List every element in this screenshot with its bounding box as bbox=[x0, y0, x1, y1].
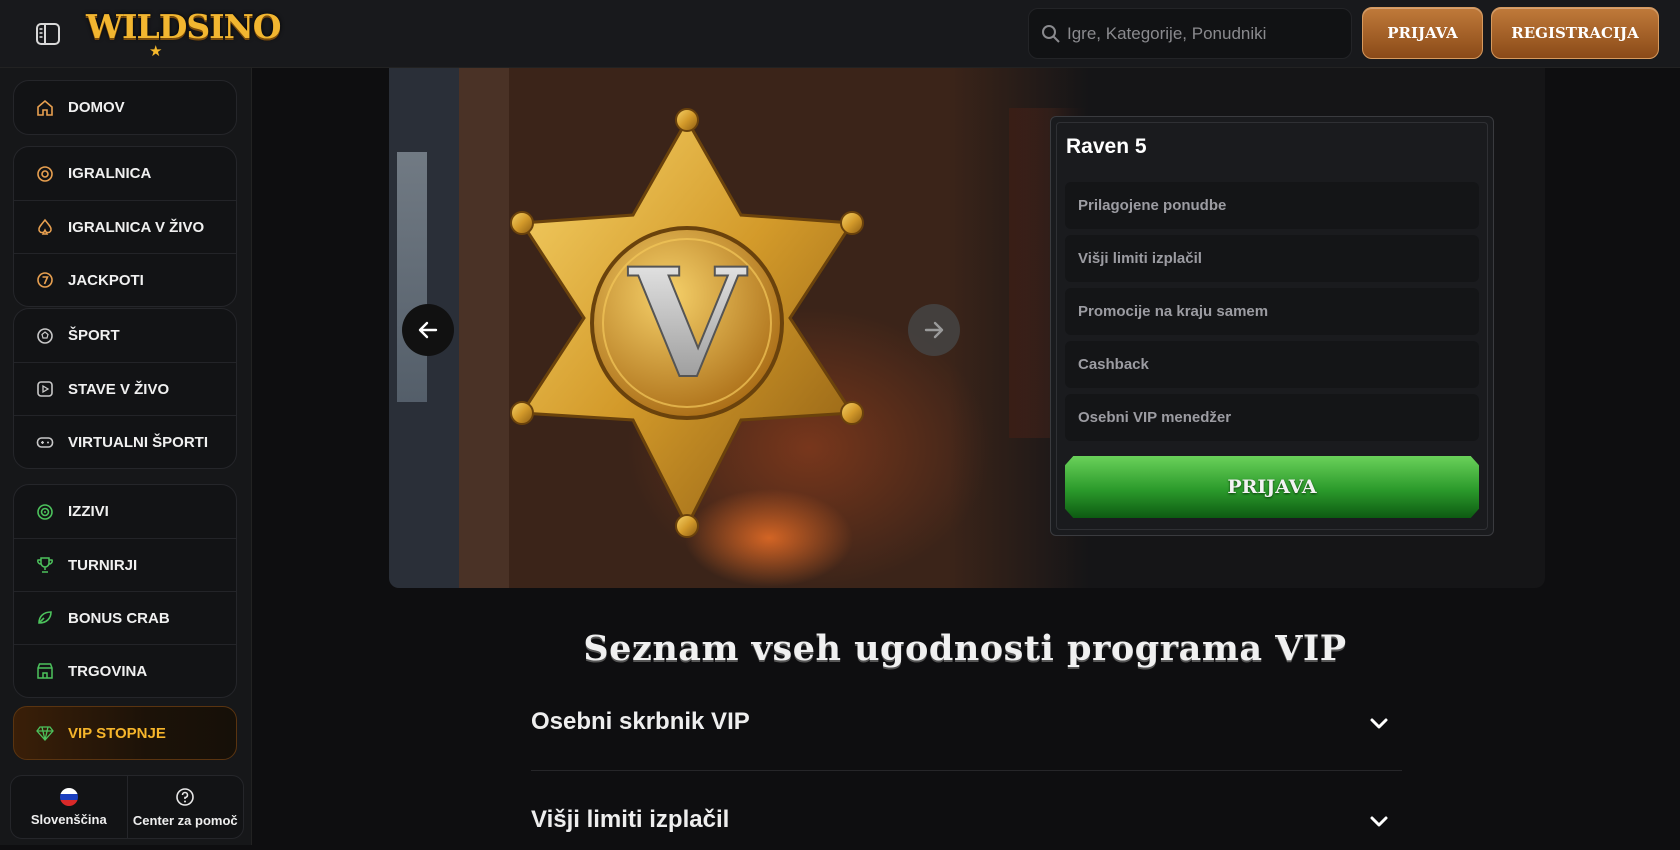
sidebar-item-turnirji[interactable]: TURNIRJI bbox=[14, 538, 236, 591]
sidebar-item-igralnica[interactable]: IGRALNICA bbox=[14, 147, 236, 200]
sidebar-item-bonus-crab[interactable]: BONUS CRAB bbox=[14, 591, 236, 644]
target-icon bbox=[37, 503, 53, 520]
ball-icon bbox=[37, 327, 53, 344]
sidebar-group-casino: IGRALNICA IGRALNICA V ŽIVO JACKPOTI bbox=[13, 146, 237, 307]
sidebar-item-vip-stopnje[interactable]: VIP STOPNJE bbox=[13, 706, 237, 760]
sidebar-item-label: BONUS CRAB bbox=[68, 609, 170, 627]
crab-icon bbox=[38, 611, 52, 624]
vip-level-card: Raven 5 Prilagojene ponudbe Višji limiti… bbox=[1050, 116, 1494, 536]
sidebar: DOMOV IGRALNICA IGRALNICA V ŽIVO JACKPOT… bbox=[0, 68, 252, 845]
benefits-section-title: Seznam vseh ugodnosti programa VIP bbox=[583, 628, 1347, 669]
trophy-icon bbox=[37, 557, 53, 573]
sidebar-item-label: IGRALNICA bbox=[68, 165, 152, 182]
benefit-item: Cashback bbox=[1065, 341, 1479, 388]
arrow-right-icon bbox=[924, 321, 944, 339]
login-button[interactable]: PRIJAVA bbox=[1362, 7, 1483, 59]
benefit-item: Osebni VIP menedžer bbox=[1065, 394, 1479, 441]
accordion-item-higher-limits[interactable]: Višji limiti izplačil bbox=[531, 790, 1402, 850]
search-input[interactable] bbox=[1067, 9, 1347, 58]
shop-icon bbox=[37, 663, 53, 679]
sidebar-item-jackpoti[interactable]: JACKPOTI bbox=[14, 253, 236, 306]
sidebar-item-label: JACKPOTI bbox=[68, 271, 144, 289]
benefit-item: Višji limiti izplačil bbox=[1065, 235, 1479, 282]
help-icon bbox=[176, 787, 195, 806]
top-header: WILDSINO ★ PRIJAVA REGISTRACIJA bbox=[0, 0, 1680, 68]
sidebar-item-label: IZZIVI bbox=[68, 503, 109, 520]
chip-icon bbox=[37, 165, 53, 182]
sidebar-item-virtualni-sporti[interactable]: VIRTUALNI ŠPORTI bbox=[14, 415, 236, 468]
search-icon bbox=[1042, 25, 1060, 43]
play-icon bbox=[37, 381, 53, 397]
home-icon bbox=[37, 99, 53, 116]
sidebar-item-domov[interactable]: DOMOV bbox=[14, 81, 236, 134]
accordion-divider bbox=[531, 770, 1402, 771]
chevron-down-icon bbox=[1370, 816, 1388, 827]
carousel-prev-button[interactable] bbox=[402, 304, 454, 356]
accordion-label: Višji limiti izplačil bbox=[531, 806, 730, 833]
arrow-left-icon bbox=[418, 321, 438, 339]
vip-label: VIP STOPNJE bbox=[68, 724, 166, 742]
sidebar-item-label: TURNIRJI bbox=[68, 556, 138, 574]
sidebar-footer: Slovenščina Center za pomoč bbox=[10, 775, 244, 839]
sidebar-item-stave-v-zivo[interactable]: STAVE V ŽIVO bbox=[14, 362, 236, 415]
chevron-down-icon bbox=[1370, 718, 1388, 729]
sidebar-group-sport: ŠPORT STAVE V ŽIVO VIRTUALNI ŠPORTI bbox=[13, 308, 237, 469]
star-icon: ★ bbox=[149, 43, 163, 60]
wildsino-logo[interactable]: WILDSINO ★ bbox=[86, 6, 282, 60]
sidebar-item-igralnica-v-zivo[interactable]: IGRALNICA V ŽIVO bbox=[14, 200, 236, 253]
register-button[interactable]: REGISTRACIJA bbox=[1491, 7, 1659, 59]
level-title: Raven 5 bbox=[1066, 135, 1147, 158]
benefit-item: Promocije na kraju samem bbox=[1065, 288, 1479, 335]
sidebar-item-label: IGRALNICA V ŽIVO bbox=[68, 218, 205, 236]
spade-icon bbox=[38, 218, 52, 235]
accordion-label: Osebni skrbnik VIP bbox=[531, 708, 750, 735]
sidebar-group-home: DOMOV bbox=[13, 80, 237, 135]
carousel-next-button[interactable] bbox=[908, 304, 960, 356]
help-center-link[interactable]: Center za pomoč bbox=[126, 776, 244, 838]
sidebar-item-label: ŠPORT bbox=[68, 327, 120, 344]
seven-icon bbox=[37, 272, 53, 288]
sidebar-item-sport[interactable]: ŠPORT bbox=[14, 309, 236, 362]
sidebar-item-label: TRGOVINA bbox=[68, 662, 148, 680]
sidebar-item-trgovina[interactable]: TRGOVINA bbox=[14, 644, 236, 697]
diamond-icon bbox=[36, 726, 54, 741]
sidebar-item-label: VIRTUALNI ŠPORTI bbox=[68, 433, 209, 451]
sidebar-item-label: STAVE V ŽIVO bbox=[68, 380, 170, 398]
sidebar-toggle-icon[interactable] bbox=[34, 20, 62, 48]
sidebar-item-izzivi[interactable]: IZZIVI bbox=[14, 485, 236, 538]
window-decoration bbox=[397, 152, 427, 402]
sheriff-badge-image: V bbox=[510, 108, 864, 538]
gamepad-icon bbox=[36, 437, 54, 448]
sidebar-item-label: DOMOV bbox=[68, 99, 125, 116]
language-label: Slovenščina bbox=[30, 811, 107, 827]
search-box[interactable] bbox=[1028, 8, 1352, 59]
help-label: Center za pomoč bbox=[132, 812, 238, 828]
badge-letter: V bbox=[628, 236, 748, 412]
panel-login-button[interactable]: PRIJAVA bbox=[1065, 456, 1479, 518]
language-selector[interactable]: Slovenščina bbox=[11, 776, 127, 838]
benefit-item: Prilagojene ponudbe bbox=[1065, 182, 1479, 229]
accordion-item-personal-manager[interactable]: Osebni skrbnik VIP bbox=[531, 692, 1402, 752]
slovenia-flag-icon bbox=[59, 787, 78, 806]
sidebar-group-extras: IZZIVI TURNIRJI BONUS CRAB TRGOVINA bbox=[13, 484, 237, 698]
